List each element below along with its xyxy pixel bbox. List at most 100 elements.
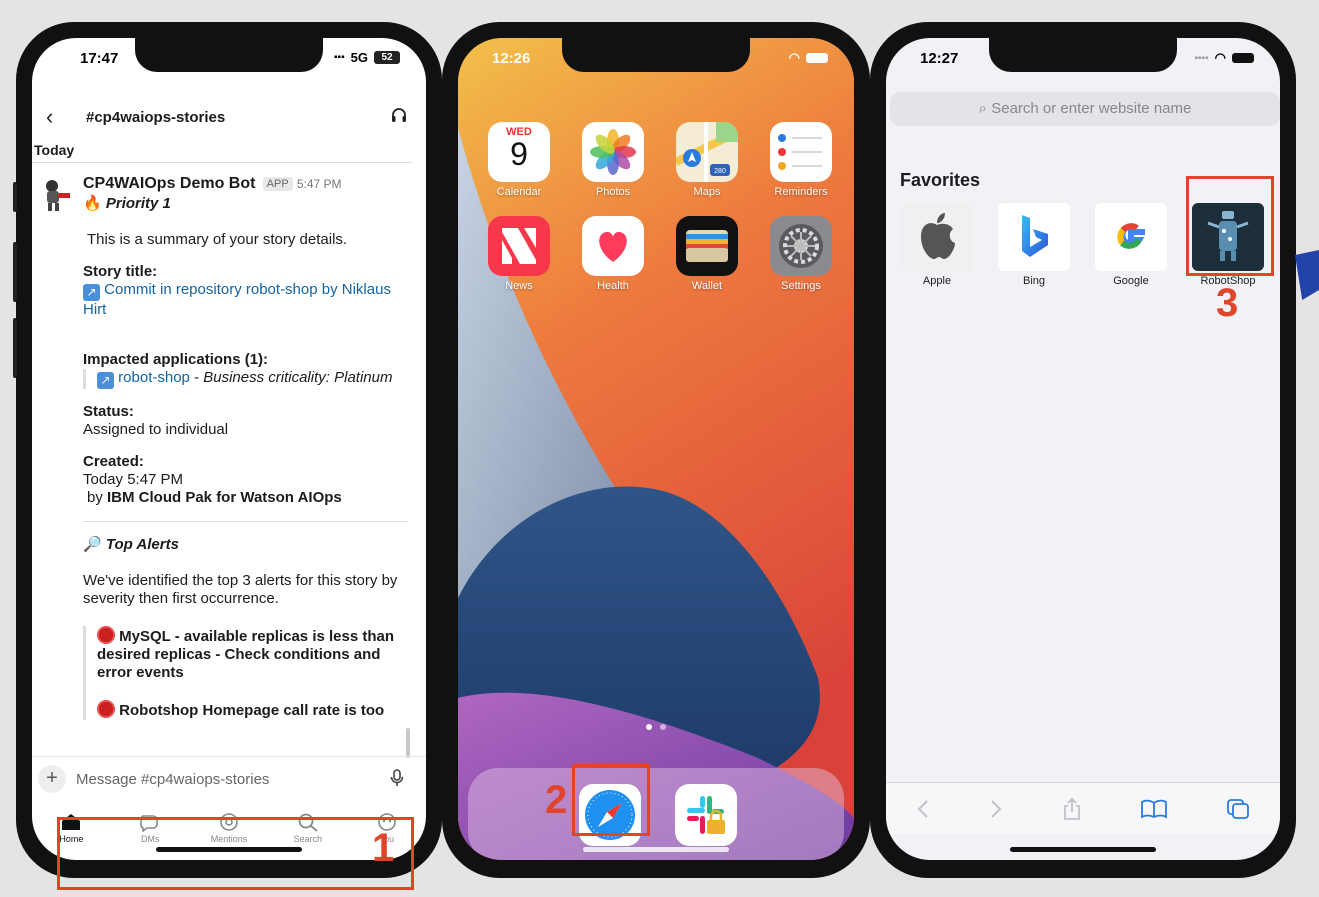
app-news[interactable]: News	[486, 216, 552, 292]
channel-header: ‹ #cp4waiops-stories	[32, 92, 426, 136]
criticality-text: Business criticality: Platinum	[203, 369, 393, 386]
background-shape	[1295, 250, 1319, 300]
home-indicator[interactable]	[583, 847, 729, 852]
status-bar: 12:26 ◠	[458, 48, 854, 72]
forward-icon[interactable]	[989, 799, 1003, 819]
message: CP4WAIOps Demo Bot APP 5:47 PM 🔥 Priorit…	[32, 162, 412, 734]
apple-icon	[901, 203, 973, 271]
app-wallet[interactable]: Wallet	[674, 216, 740, 292]
search-input[interactable]: Search or enter website name	[991, 100, 1191, 117]
wallet-icon	[676, 216, 738, 276]
impacted-label: Impacted applications (1):	[83, 351, 269, 368]
app-photos[interactable]: Photos	[580, 122, 646, 198]
callout-number-3: 3	[1216, 281, 1239, 325]
app-settings[interactable]: Settings	[768, 216, 834, 292]
search-icon: ⌕	[978, 100, 988, 117]
svg-text:280: 280	[714, 168, 726, 175]
calendar-icon: WED 9	[488, 122, 550, 182]
favorite-bing[interactable]: Bing	[997, 203, 1071, 287]
status-time: 17:47	[80, 50, 119, 67]
app-link[interactable]: robot-shop	[118, 369, 190, 386]
side-button	[13, 242, 17, 302]
app-health[interactable]: Health	[580, 216, 646, 292]
priority-label: Priority 1	[105, 195, 171, 212]
app-reminders[interactable]: Reminders	[768, 122, 834, 198]
health-icon	[582, 216, 644, 276]
top-alerts-title: Top Alerts	[105, 536, 179, 553]
favorite-label: Bing	[1022, 275, 1046, 287]
back-icon[interactable]: ‹	[46, 104, 53, 130]
callout-box-3	[1186, 176, 1274, 276]
link-arrow-icon: ↗	[97, 372, 114, 389]
favorite-label: Apple	[922, 275, 952, 287]
page-indicator[interactable]	[646, 724, 666, 730]
home-screen: 12:26 ◠ WED 9 Calendar Photos 280 Maps R…	[458, 38, 854, 860]
app-calendar[interactable]: WED 9 Calendar	[486, 122, 552, 198]
status-label: Status:	[83, 403, 134, 420]
address-bar[interactable]: ⌕ Search or enter website name	[890, 92, 1280, 126]
message-input[interactable]: Message #cp4waiops-stories	[76, 771, 269, 788]
tabs-icon[interactable]	[1226, 798, 1250, 820]
slack-icon[interactable]	[675, 784, 737, 846]
message-time: 5:47 PM	[296, 177, 342, 191]
red-circle-icon	[97, 626, 115, 644]
back-icon[interactable]	[916, 799, 930, 819]
maps-icon: 280	[676, 122, 738, 182]
bookmarks-icon[interactable]	[1141, 799, 1168, 819]
status-bar: 12:27 ▪▪▪▪ ◠	[886, 48, 1280, 72]
app-separator: -	[189, 369, 204, 386]
divider	[83, 521, 408, 522]
alerts-intro: We've identified the top 3 alerts for th…	[83, 572, 398, 607]
app-label: Calendar	[496, 186, 542, 198]
link-arrow-icon: ↗	[83, 284, 100, 301]
signal-icon: ▪▪▪▪	[1194, 52, 1209, 64]
share-icon[interactable]	[1062, 797, 1082, 821]
magnifier-icon: 🔎	[83, 536, 102, 553]
phone-safari: 12:27 ▪▪▪▪ ◠ ⌕ Search or enter website n…	[870, 22, 1296, 878]
alert-item[interactable]: MySQL - available replicas is less than …	[97, 628, 394, 681]
home-indicator[interactable]	[1010, 847, 1156, 852]
bot-avatar[interactable]	[38, 177, 74, 213]
headphones-icon[interactable]	[390, 106, 408, 129]
battery-icon	[806, 53, 828, 63]
bot-name[interactable]: CP4WAIOps Demo Bot	[83, 175, 255, 192]
alert-item[interactable]: Robotshop Homepage call rate is too	[119, 702, 384, 719]
app-maps[interactable]: 280 Maps	[674, 122, 740, 198]
app-label: Photos	[595, 186, 631, 198]
callout-number-1: 1	[372, 826, 395, 870]
alerts-quote: MySQL - available replicas is less than …	[83, 626, 408, 720]
callout-box-2	[572, 764, 650, 836]
plus-icon[interactable]: +	[38, 765, 66, 793]
favorite-google[interactable]: Google	[1094, 203, 1168, 287]
wifi-icon: ◠	[1214, 50, 1226, 65]
app-label: Reminders	[774, 186, 828, 198]
news-icon	[488, 216, 550, 276]
signal-icon: ▪▪▪	[334, 52, 345, 63]
created-label: Created:	[83, 453, 144, 470]
wifi-icon: ◠	[788, 50, 800, 65]
favorite-apple[interactable]: Apple	[900, 203, 974, 287]
battery-icon: 52	[374, 51, 400, 64]
google-icon	[1095, 203, 1167, 271]
summary-text: This is a summary of your story details.	[87, 231, 348, 248]
story-title-label: Story title:	[83, 263, 158, 280]
favorite-label: Google	[1113, 275, 1149, 287]
bing-icon	[998, 203, 1070, 271]
app-label: Wallet	[691, 280, 723, 292]
phone-slack: 17:47 ▪▪▪ 5G 52 ‹ #cp4waiops-stories Tod…	[13, 22, 442, 878]
story-title-link[interactable]: Commit in repository robot-shop by Nikla…	[83, 281, 391, 318]
settings-icon	[770, 216, 832, 276]
message-composer: + Message #cp4waiops-stories	[32, 756, 426, 802]
microphone-icon[interactable]	[390, 769, 404, 792]
photos-icon	[582, 122, 644, 182]
slack-screen: 17:47 ▪▪▪ 5G 52 ‹ #cp4waiops-stories Tod…	[32, 38, 426, 860]
app-label: Settings	[781, 280, 821, 292]
status-time: 12:27	[920, 50, 959, 67]
callout-box-1	[57, 817, 414, 890]
channel-title[interactable]: #cp4waiops-stories	[86, 109, 225, 126]
reminders-icon	[770, 122, 832, 182]
phone-home: 12:26 ◠ WED 9 Calendar Photos 280 Maps R…	[442, 22, 870, 878]
battery-icon	[1232, 53, 1254, 63]
scrollbar[interactable]	[406, 728, 410, 758]
status-bar: 17:47 ▪▪▪ 5G 52	[32, 48, 426, 72]
